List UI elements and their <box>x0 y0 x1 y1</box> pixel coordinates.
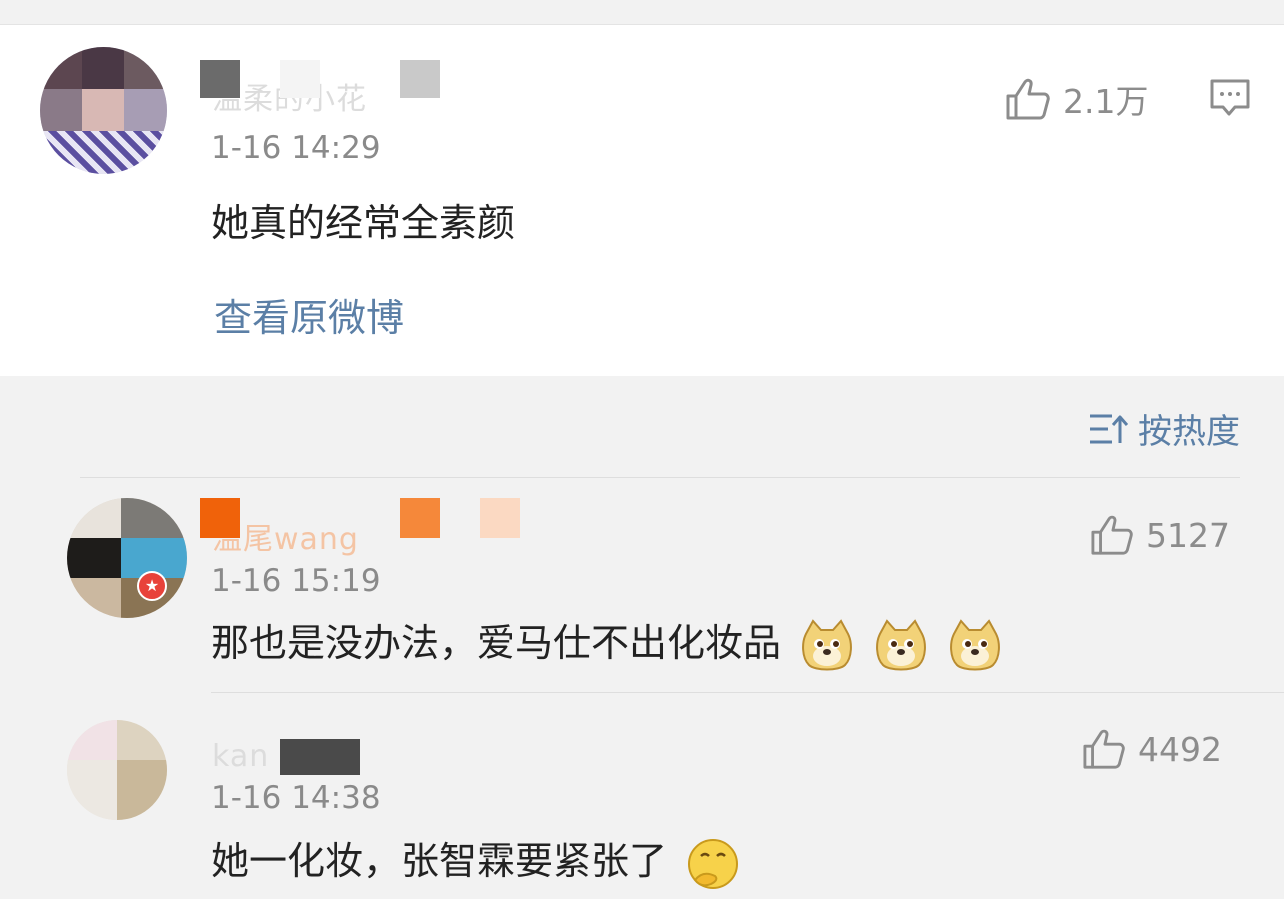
reply-text-row: 她一化妆，张智霖要紧张了 <box>211 830 741 892</box>
thumbs-up-icon <box>1083 729 1125 769</box>
reply-text-row: 那也是没办法，爱马仕不出化妆品 <box>211 612 1003 674</box>
sort-by-hot-button[interactable]: 按热度 <box>1088 404 1240 453</box>
thumbs-up-icon <box>1091 515 1133 555</box>
comment-icon <box>1210 79 1250 116</box>
like-count: 5127 <box>1146 515 1230 555</box>
reply-time: 1-16 15:19 <box>211 563 381 599</box>
avatar[interactable] <box>40 47 167 174</box>
like-button[interactable]: 4492 <box>1082 728 1222 770</box>
thinking-emoji-icon <box>688 838 739 889</box>
avatar[interactable] <box>67 720 167 820</box>
like-count: 4492 <box>1138 729 1222 769</box>
like-count: 2.1万 <box>1063 82 1149 121</box>
comment-time: 1-16 14:29 <box>211 130 381 166</box>
username-text: kan <box>212 739 270 774</box>
view-original-weibo-link[interactable]: 查看原微博 <box>214 287 404 342</box>
reply-divider <box>211 692 1284 693</box>
like-button[interactable]: 5127 <box>1090 514 1230 556</box>
reply-button[interactable] <box>1209 78 1251 122</box>
sort-divider <box>80 477 1240 478</box>
sort-label: 按热度 <box>1138 412 1240 452</box>
comment-text: 她真的经常全素颜 <box>211 201 516 245</box>
avatar[interactable] <box>67 498 187 618</box>
doge-emoji-icon <box>876 618 927 670</box>
username-redacted[interactable]: kan <box>200 737 370 779</box>
reply-text: 她一化妆，张智霖要紧张了 <box>211 839 668 883</box>
reply-time: 1-16 14:38 <box>211 780 381 816</box>
doge-emoji-icon <box>802 618 852 670</box>
username-redacted[interactable]: 温柔的小花 <box>200 60 460 117</box>
like-button[interactable]: 2.1万 <box>1005 75 1148 123</box>
doge-emoji-icon <box>950 618 1001 670</box>
sort-icon <box>1090 414 1128 443</box>
verified-badge-icon: ★ <box>137 571 167 601</box>
thumbs-up-icon <box>1006 78 1050 120</box>
reply-text: 那也是没办法，爱马仕不出化妆品 <box>211 621 782 665</box>
username-redacted[interactable]: 温尾wang <box>200 498 530 557</box>
